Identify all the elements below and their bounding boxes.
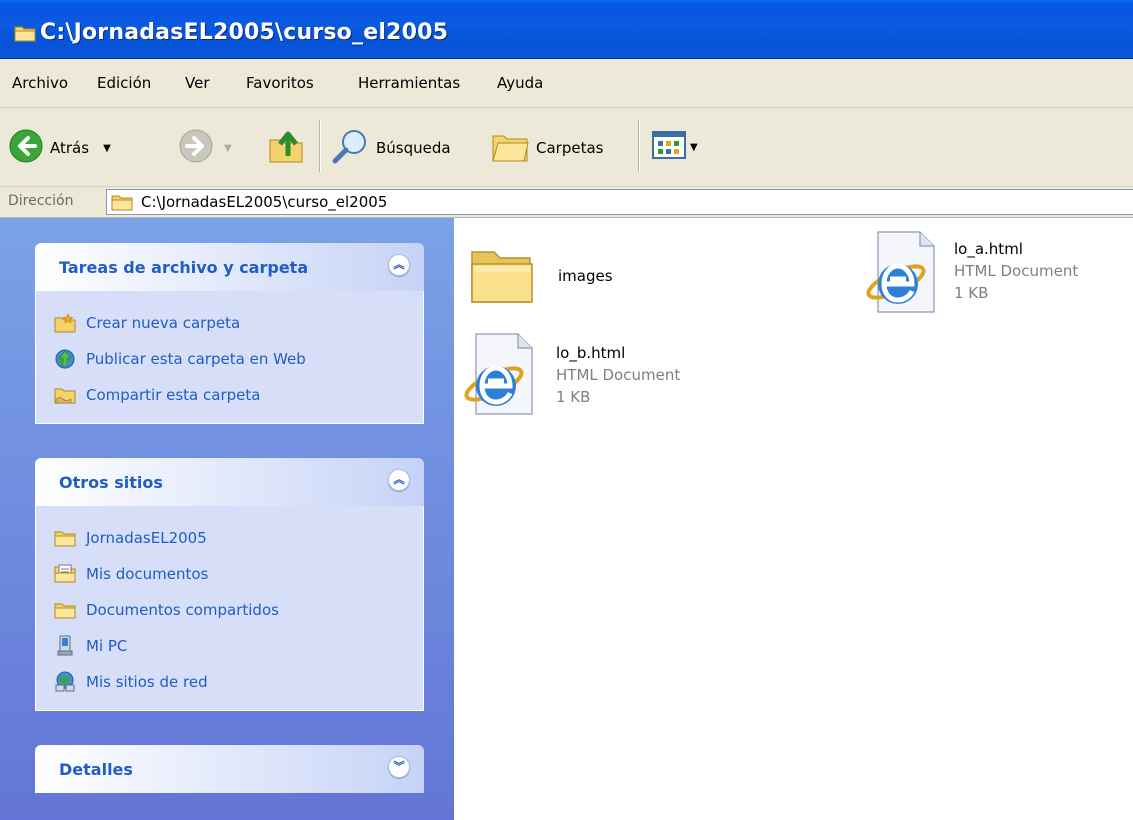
address-label: Dirección <box>8 193 74 209</box>
file-tasks-panel: Tareas de archivo y carpeta ︽ Crear nuev… <box>35 243 424 424</box>
file-size: 1 KB <box>556 388 591 406</box>
ie-document-icon <box>860 228 940 322</box>
search-icon <box>330 128 370 168</box>
other-places-body: JornadasEL2005 Mis documentos Documentos… <box>35 506 424 711</box>
file-name: lo_a.html <box>954 240 1023 258</box>
menu-favoritos[interactable]: Favoritos <box>246 74 314 92</box>
folder-icon <box>14 24 36 46</box>
collapse-chevron-icon[interactable]: ︽ <box>388 469 410 491</box>
views-button[interactable]: ▼ <box>652 130 698 164</box>
expand-chevron-icon[interactable]: ︾ <box>388 756 410 778</box>
menu-archivo[interactable]: Archivo <box>12 74 68 92</box>
back-dropdown-icon[interactable]: ▼ <box>103 143 111 154</box>
folders-label: Carpetas <box>536 139 604 157</box>
my-computer-icon <box>54 635 76 657</box>
details-panel: Detalles ︾ <box>35 745 424 793</box>
window-title: C:\JornadasEL2005\curso_el2005 <box>40 20 449 45</box>
menu-ver[interactable]: Ver <box>185 74 210 92</box>
details-header[interactable]: Detalles ︾ <box>35 745 424 793</box>
place-network[interactable]: Mis sitios de red <box>36 664 423 700</box>
up-folder-icon <box>266 126 306 170</box>
file-tasks-body: Crear nueva carpeta Publicar esta carpet… <box>35 291 424 424</box>
collapse-chevron-icon[interactable]: ︽ <box>388 254 410 276</box>
task-label: Crear nueva carpeta <box>86 314 241 332</box>
file-name: lo_b.html <box>556 344 626 362</box>
forward-button[interactable]: ▼ <box>178 128 232 168</box>
task-share-folder[interactable]: Compartir esta carpeta <box>36 377 423 413</box>
share-folder-icon <box>54 384 76 406</box>
menu-ayuda[interactable]: Ayuda <box>497 74 543 92</box>
search-button[interactable]: Búsqueda <box>330 128 451 168</box>
toolbar-separator <box>319 120 321 172</box>
other-places-panel: Otros sitios ︽ JornadasEL2005 Mis docume… <box>35 458 424 711</box>
title-bar[interactable]: C:\JornadasEL2005\curso_el2005 <box>0 0 1133 59</box>
network-places-icon <box>54 671 76 693</box>
file-view: images lo_a.html HTML Document 1 KB lo_b… <box>454 218 1133 820</box>
folder-icon <box>54 599 76 621</box>
place-my-documents[interactable]: Mis documentos <box>36 556 423 592</box>
file-tasks-header[interactable]: Tareas de archivo y carpeta ︽ <box>35 243 424 291</box>
place-label: Mis documentos <box>86 565 209 583</box>
my-documents-icon <box>54 563 76 585</box>
address-value: C:\JornadasEL2005\curso_el2005 <box>141 193 388 211</box>
file-name: images <box>558 267 613 285</box>
menu-bar: Archivo Edición Ver Favoritos Herramient… <box>0 59 1133 108</box>
publish-web-icon <box>54 348 76 370</box>
task-label: Publicar esta carpeta en Web <box>86 350 306 368</box>
new-folder-icon <box>54 312 76 334</box>
task-publish-web[interactable]: Publicar esta carpeta en Web <box>36 341 423 377</box>
ie-document-icon <box>458 330 538 424</box>
other-places-title: Otros sitios <box>59 473 163 492</box>
folders-button[interactable]: Carpetas <box>490 128 603 168</box>
place-label: Mis sitios de red <box>86 673 208 691</box>
back-arrow-icon <box>8 128 44 168</box>
address-field[interactable]: C:\JornadasEL2005\curso_el2005 <box>106 189 1133 215</box>
place-label: Mi PC <box>86 637 128 655</box>
other-places-header[interactable]: Otros sitios ︽ <box>35 458 424 506</box>
views-icon <box>652 130 686 164</box>
folder-icon <box>111 193 133 211</box>
file-size: 1 KB <box>954 284 989 302</box>
up-folder-button[interactable] <box>266 126 306 170</box>
folder-icon <box>54 527 76 549</box>
search-label: Búsqueda <box>376 139 451 157</box>
details-title: Detalles <box>59 760 133 779</box>
address-bar: Dirección C:\JornadasEL2005\curso_el2005 <box>0 187 1133 218</box>
folders-icon <box>490 128 530 168</box>
place-my-computer[interactable]: Mi PC <box>36 628 423 664</box>
place-jornadasel2005[interactable]: JornadasEL2005 <box>36 520 423 556</box>
task-label: Compartir esta carpeta <box>86 386 261 404</box>
place-shared-documents[interactable]: Documentos compartidos <box>36 592 423 628</box>
folder-icon <box>466 238 538 314</box>
back-button[interactable]: Atrás ▼ <box>8 128 111 168</box>
place-label: Documentos compartidos <box>86 601 279 619</box>
task-new-folder[interactable]: Crear nueva carpeta <box>36 305 423 341</box>
views-dropdown-icon[interactable]: ▼ <box>690 142 698 153</box>
toolbar-separator <box>638 120 640 172</box>
file-type: HTML Document <box>556 366 681 384</box>
toolbar: Atrás ▼ ▼ Búsqueda Carpetas ▼ <box>0 108 1133 187</box>
back-label: Atrás <box>50 139 90 157</box>
menu-edicion[interactable]: Edición <box>97 74 151 92</box>
forward-arrow-icon <box>178 128 214 168</box>
place-label: JornadasEL2005 <box>86 529 207 547</box>
task-pane: Tareas de archivo y carpeta ︽ Crear nuev… <box>0 218 454 820</box>
file-tasks-title: Tareas de archivo y carpeta <box>59 258 309 277</box>
forward-dropdown-icon[interactable]: ▼ <box>224 143 232 154</box>
menu-herramientas[interactable]: Herramientas <box>358 74 460 92</box>
file-type: HTML Document <box>954 262 1079 280</box>
